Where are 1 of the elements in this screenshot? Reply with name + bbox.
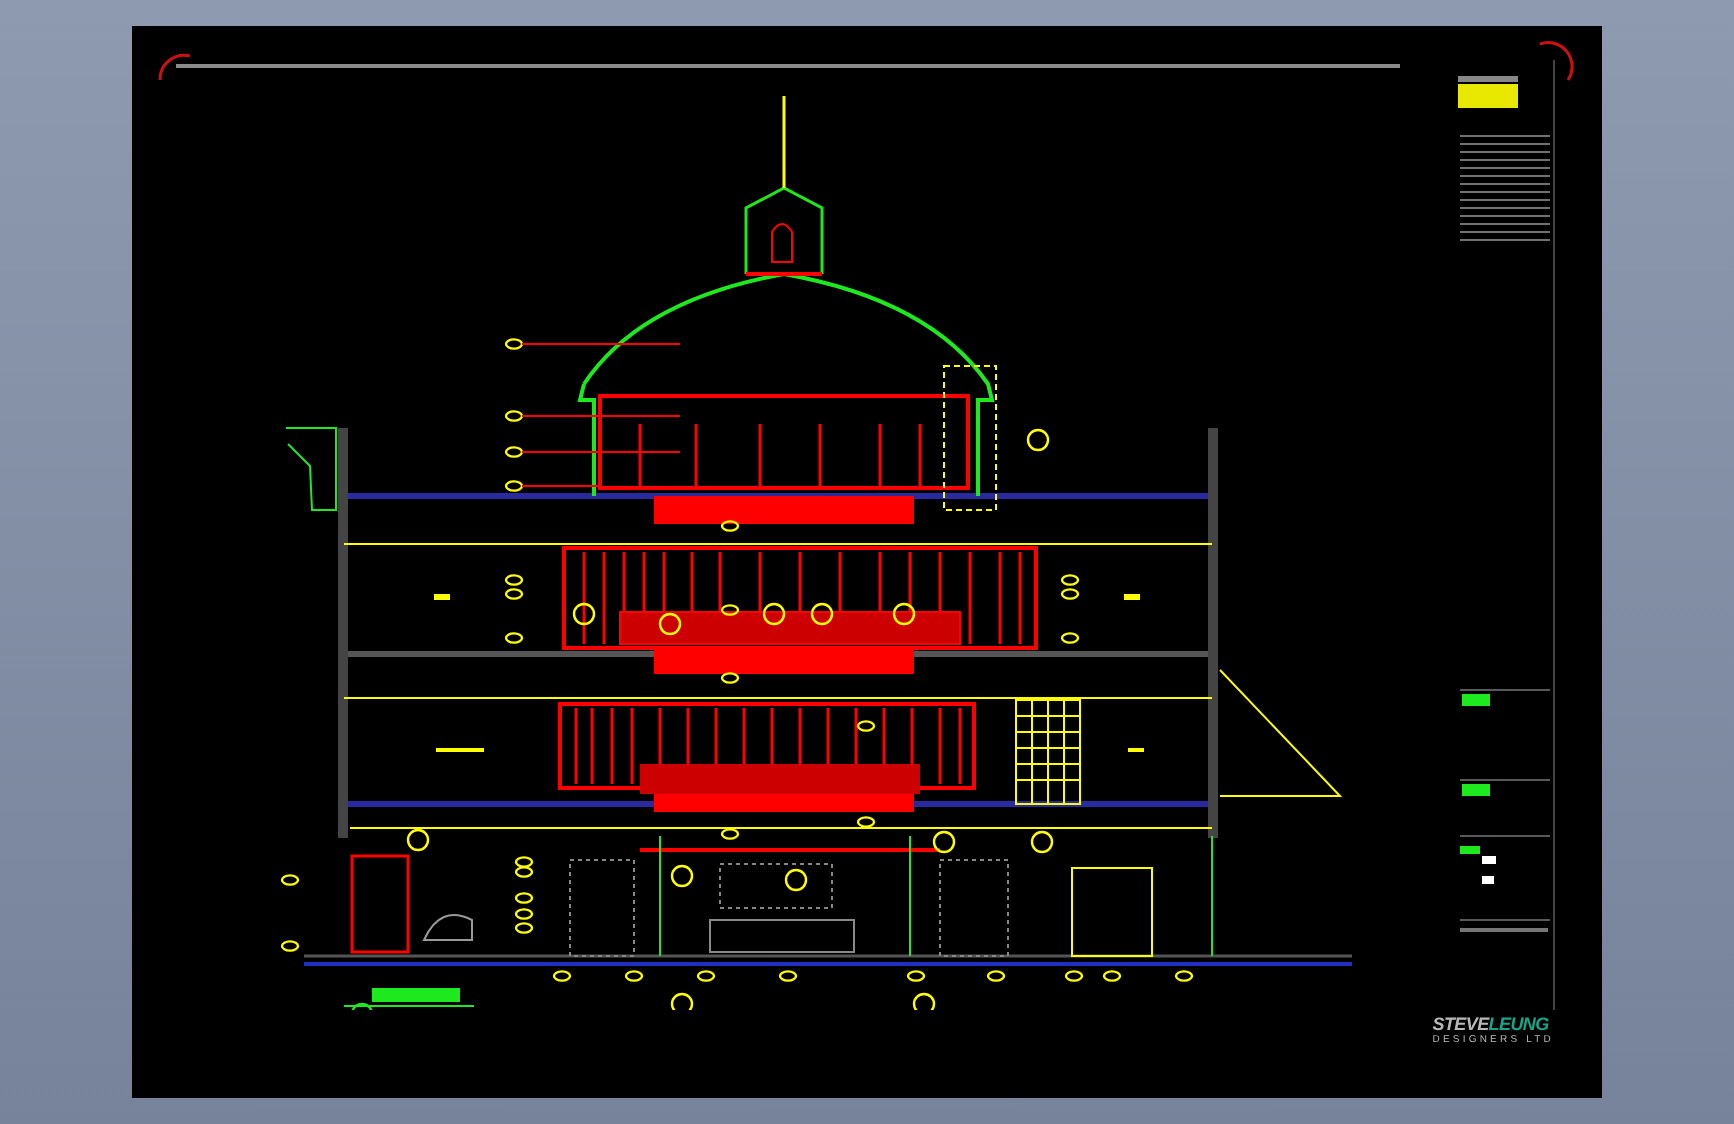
company-logo-name: STEVELEUNG: [1432, 1014, 1549, 1034]
